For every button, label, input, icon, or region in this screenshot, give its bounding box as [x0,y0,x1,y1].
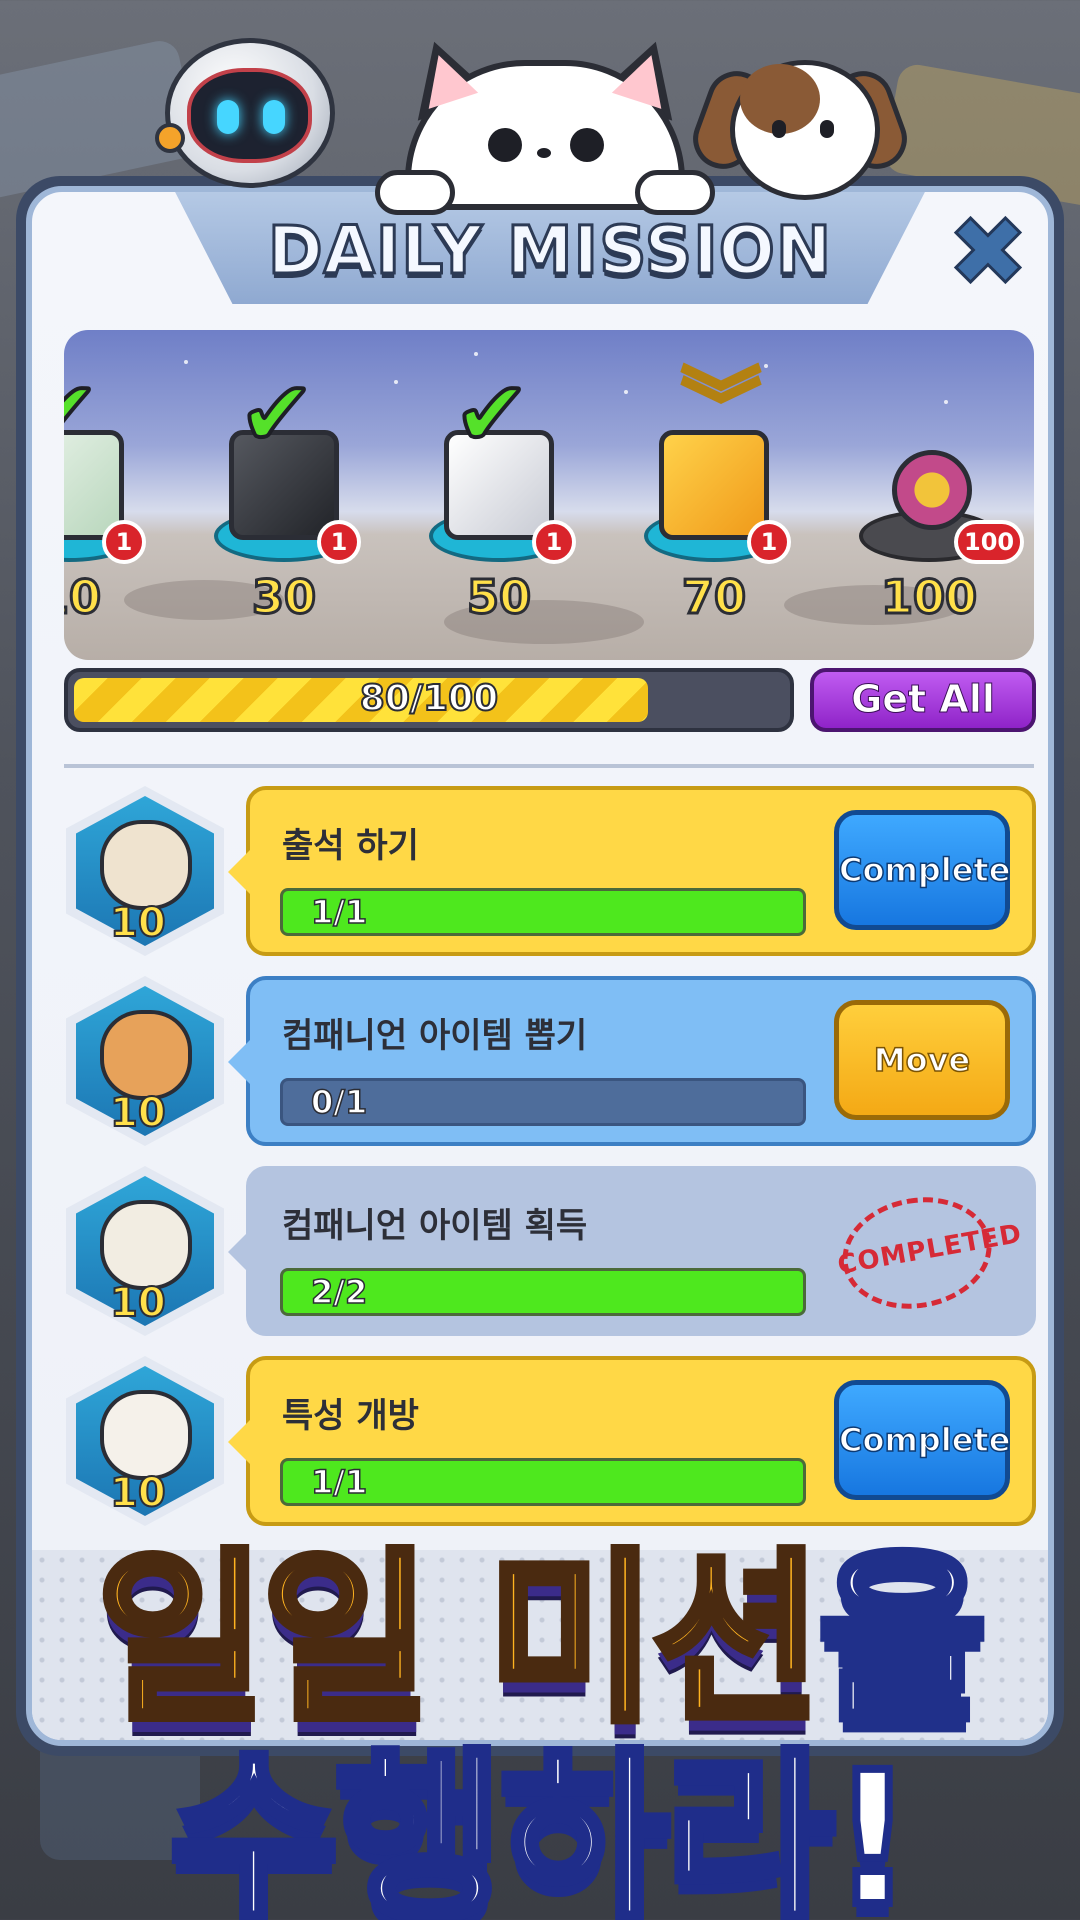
reward-milestone: 10 [64,569,103,626]
white-cat-mascot [375,29,715,215]
panel-title: DAILY MISSION [266,211,833,291]
checkmark-icon: ✔ [64,368,101,462]
reward-count-badge: 1 [532,520,576,564]
reward-count-badge: 100 [954,520,1025,564]
reward-track: ✔110✔130✔150︾170100100 [64,330,1034,660]
reward-progress-text: 80/100 [359,677,499,720]
reward-milestone: 50 [465,569,532,626]
complete-button[interactable]: Complete [834,1380,1011,1500]
reward-slot[interactable]: 100 100 [844,370,1025,630]
mission-row: 10 컴패니언 아이템 뽑기 0/1 Move [66,976,1036,1146]
mission-title: 특성 개방 [282,1396,419,1436]
checkmark-icon: ✔ [452,362,531,467]
mission-points: 10 [109,899,167,947]
mission-progress-text: 1/1 [310,892,368,932]
move-button[interactable]: Move [834,1000,1010,1120]
mission-row: 10 출석 하기 1/1 Complete [66,786,1036,956]
mission-progress-bar: 0/1 [280,1078,806,1126]
mission-title: 컴패니언 아이템 뽑기 [282,1016,588,1056]
mission-points: 10 [109,1089,167,1137]
completed-stamp: COMPLETED [833,1185,1024,1321]
reward-milestone: 30 [250,569,317,626]
close-button[interactable]: ✖ [946,203,1030,302]
reward-milestone: 100 [879,569,978,626]
reward-slot[interactable]: ︾ 1 70 [629,360,799,630]
reward-slot[interactable]: ✔ 1 30 [199,362,369,630]
mission-progress-bar: 1/1 [280,888,806,936]
mission-progress-bar: 2/2 [280,1268,806,1316]
mission-points: 10 [109,1279,167,1327]
lock-icon [892,450,972,530]
mission-card: 출석 하기 1/1 Complete [228,786,1036,956]
reward-count-badge: 1 [102,520,146,564]
mission-progress-text: 0/1 [310,1082,368,1122]
reward-count-badge: 1 [747,520,791,564]
reward-count-badge: 1 [317,520,361,564]
mission-progress-text: 2/2 [310,1272,368,1312]
complete-button[interactable]: Complete [834,810,1011,930]
puppy-mascot [684,50,916,200]
checkmark-icon: ✔ [237,362,316,467]
get-all-button[interactable]: Get All [810,668,1036,732]
reward-slot[interactable]: ✔ 1 50 [414,362,584,630]
mission-card: 컴패니언 아이템 획득 2/2 COMPLETED [228,1166,1036,1336]
astronaut-robot-mascot [145,28,355,188]
reward-progress-bar: 80/100 [64,668,794,732]
mission-card: 컴패니언 아이템 뽑기 0/1 Move [228,976,1036,1146]
mission-title: 출석 하기 [282,826,419,866]
reward-milestone: 70 [680,569,747,626]
section-divider [64,764,1034,768]
promo-subline: 수행하라! [165,1729,918,1920]
reward-slot[interactable]: ✔ 1 10 [64,368,154,630]
mission-title: 컴패니언 아이템 획득 [282,1206,588,1246]
chevron-down-icon: ︾ [680,360,763,453]
mission-row: 10 컴패니언 아이템 획득 2/2 COMPLETED [66,1166,1036,1336]
